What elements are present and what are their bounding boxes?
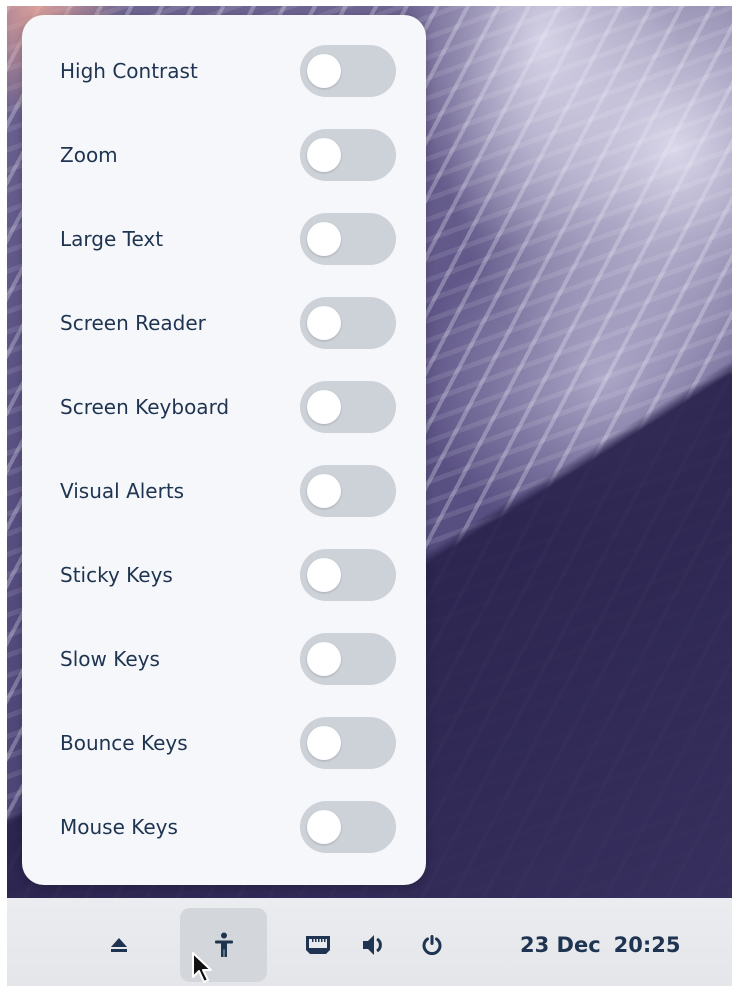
menu-item-high-contrast[interactable]: High Contrast	[22, 29, 426, 113]
menu-item-bounce-keys[interactable]: Bounce Keys	[22, 701, 426, 785]
network-button[interactable]	[301, 908, 335, 982]
menu-item-slow-keys[interactable]: Slow Keys	[22, 617, 426, 701]
menu-item-visual-alerts[interactable]: Visual Alerts	[22, 449, 426, 533]
clock-time: 20:25	[613, 933, 681, 957]
mouse-keys-toggle[interactable]	[300, 801, 396, 853]
volume-button[interactable]	[357, 908, 391, 982]
menu-item-screen-keyboard[interactable]: Screen Keyboard	[22, 365, 426, 449]
menu-item-label: Screen Reader	[60, 311, 206, 335]
menu-item-label: Large Text	[60, 227, 164, 251]
toggle-knob	[307, 390, 341, 424]
menu-item-sticky-keys[interactable]: Sticky Keys	[22, 533, 426, 617]
clock-date: 23 Dec	[520, 933, 601, 957]
large-text-toggle[interactable]	[300, 213, 396, 265]
menu-item-label: Zoom	[60, 143, 118, 167]
toggle-knob	[307, 558, 341, 592]
mouse-pointer-icon	[192, 952, 212, 983]
accessibility-menu: High Contrast Zoom Large Text Screen Rea…	[22, 15, 426, 885]
toggle-knob	[307, 810, 341, 844]
menu-item-label: Bounce Keys	[60, 731, 188, 755]
menu-item-mouse-keys[interactable]: Mouse Keys	[22, 785, 426, 869]
volume-icon	[363, 935, 382, 955]
toggle-knob	[307, 642, 341, 676]
accessibility-icon	[214, 932, 233, 957]
power-icon	[422, 935, 442, 956]
eject-button[interactable]	[99, 908, 139, 982]
menu-item-large-text[interactable]: Large Text	[22, 197, 426, 281]
menu-item-label: Sticky Keys	[60, 563, 173, 587]
menu-item-screen-reader[interactable]: Screen Reader	[22, 281, 426, 365]
toggle-knob	[307, 306, 341, 340]
menu-item-label: High Contrast	[60, 59, 198, 83]
toggle-knob	[307, 54, 341, 88]
toggle-knob	[307, 726, 341, 760]
power-button[interactable]	[415, 908, 449, 982]
menu-item-label: Mouse Keys	[60, 815, 178, 839]
slow-keys-toggle[interactable]	[300, 633, 396, 685]
toggle-knob	[307, 222, 341, 256]
menu-item-zoom[interactable]: Zoom	[22, 113, 426, 197]
toggle-knob	[307, 474, 341, 508]
toggle-knob	[307, 138, 341, 172]
bounce-keys-toggle[interactable]	[300, 717, 396, 769]
zoom-toggle[interactable]	[300, 129, 396, 181]
top-panel-bar: 23 Dec 20:25	[7, 898, 732, 986]
eject-icon	[111, 938, 127, 952]
visual-alerts-toggle[interactable]	[300, 465, 396, 517]
menu-item-label: Screen Keyboard	[60, 395, 230, 419]
screen-reader-toggle[interactable]	[300, 297, 396, 349]
wired-network-icon	[306, 936, 330, 954]
clock[interactable]: 23 Dec 20:25	[520, 908, 681, 982]
high-contrast-toggle[interactable]	[300, 45, 396, 97]
sticky-keys-toggle[interactable]	[300, 549, 396, 601]
menu-item-label: Slow Keys	[60, 647, 160, 671]
menu-item-label: Visual Alerts	[60, 479, 185, 503]
screen-keyboard-toggle[interactable]	[300, 381, 396, 433]
